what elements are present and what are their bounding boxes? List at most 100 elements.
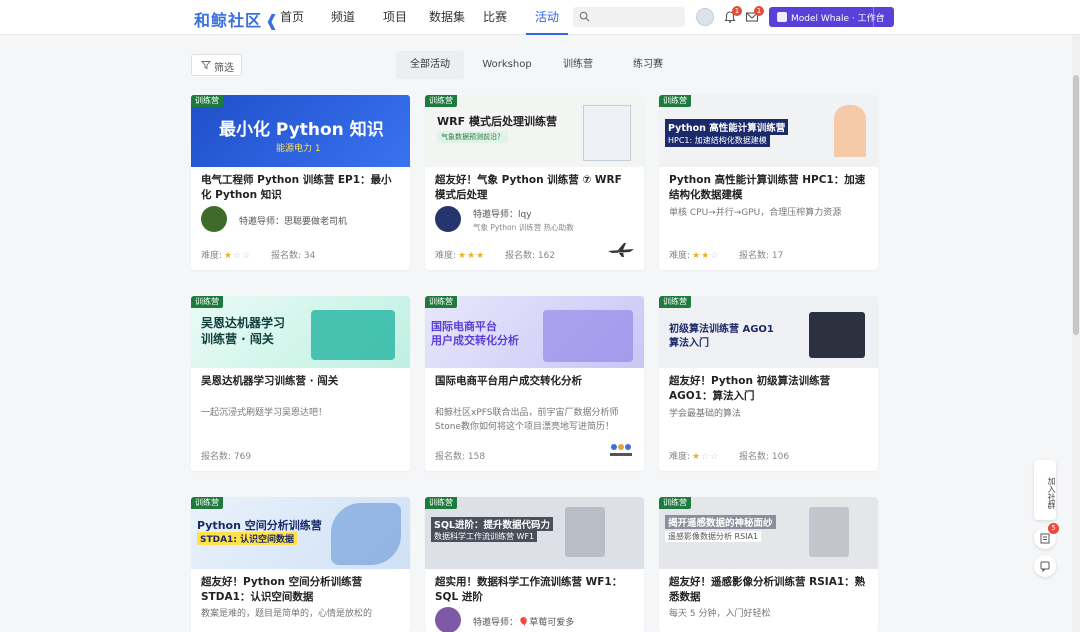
signups-count: 158 bbox=[467, 452, 486, 462]
activity-card[interactable]: 训练营 SQL进阶：提升数据代码力 数据科学工作流训练营 WF1 超实用！数据科… bbox=[425, 497, 644, 632]
map-illustration bbox=[583, 105, 631, 161]
banner-subtitle: 遥感影像数据分析 RSIA1 bbox=[665, 531, 762, 542]
card-tag: 训练营 bbox=[425, 95, 457, 107]
page-scrollbar[interactable] bbox=[1072, 35, 1080, 632]
card-banner: 训练营 初级算法训练营 AGO1 算法入门 bbox=[659, 296, 878, 368]
nav-home[interactable]: 首页 bbox=[270, 0, 314, 35]
user-avatar[interactable] bbox=[696, 8, 714, 26]
join-group-button[interactable]: 加入社群 bbox=[1034, 460, 1056, 520]
card-signups: 报名数: 769 bbox=[201, 449, 251, 462]
signups-count: 17 bbox=[771, 251, 784, 261]
activity-card[interactable]: 训练营 最小化 Python 知识 能源电力 1 电气工程师 Python 训练… bbox=[191, 95, 410, 270]
filter-icon bbox=[201, 61, 211, 70]
tab-practice-competition[interactable]: 练习赛 bbox=[606, 51, 690, 79]
tab-workshop[interactable]: Workshop bbox=[464, 51, 550, 79]
card-title[interactable]: 电气工程师 Python 训练营 EP1：最小化 Python 知识 bbox=[201, 173, 401, 203]
card-banner: 训练营 Python 高性能计算训练营 HPC1: 加速结构化数据建模 bbox=[659, 95, 878, 167]
partner-logo-icon bbox=[610, 444, 632, 456]
difficulty-label: 难度: bbox=[201, 251, 223, 261]
banner-title: WRF 模式后处理训练营 bbox=[437, 115, 557, 128]
nav-events[interactable]: 活动 bbox=[526, 0, 568, 35]
banner-subtitle: HPC1: 加速结构化数据建模 bbox=[665, 134, 770, 147]
banner-subtitle: 气象数据预测前沿？ bbox=[437, 131, 508, 143]
mentor-avatar bbox=[201, 206, 227, 232]
card-signups: 报名数: 158 bbox=[435, 449, 485, 462]
tab-training-camp[interactable]: 训练营 bbox=[550, 51, 606, 79]
difficulty-label: 难度: bbox=[435, 251, 457, 261]
banner-title: SQL进阶：提升数据代码力 bbox=[431, 517, 553, 531]
activity-tabs: 全部活动 Workshop 训练营 练习赛 bbox=[396, 51, 690, 79]
banner-subtitle: 数据科学工作流训练营 WF1 bbox=[431, 531, 538, 542]
card-title[interactable]: 吴恩达机器学习训练营 · 闯关 bbox=[201, 374, 401, 389]
search-icon bbox=[579, 11, 590, 22]
banner-title: Python 空间分析训练营 bbox=[197, 519, 322, 532]
card-mentor: 特邀导师：lqy bbox=[473, 210, 532, 220]
site-logo[interactable]: 和鲸社区 ❰ bbox=[194, 7, 279, 31]
banner-title: Python 高性能计算训练营 bbox=[665, 119, 789, 135]
top-header: 和鲸社区 ❰ 首页 频道 项目 数据集 比赛 活动 1 1 Model Whale… bbox=[0, 0, 1080, 35]
globe-illustration bbox=[331, 503, 401, 565]
difficulty-stars: ★☆☆ bbox=[224, 251, 252, 261]
signups-count: 162 bbox=[537, 251, 556, 261]
nav-channels[interactable]: 频道 bbox=[314, 0, 372, 35]
card-title[interactable]: 超友好！Python 初级算法训练营 AGO1：算法入门 bbox=[669, 374, 869, 404]
card-title[interactable]: 超友好！遥感影像分析训练营 RSIA1：熟悉数据 bbox=[669, 575, 869, 605]
activity-card[interactable]: 训练营 国际电商平台 用户成交转化分析 国际电商平台用户成交转化分析 和鲸社区x… bbox=[425, 296, 644, 471]
message-badge: 1 bbox=[754, 6, 764, 16]
card-banner: 训练营 吴恩达机器学习 训练营 · 闯关 bbox=[191, 296, 410, 368]
card-mentor: 特邀导师：思聪要做老司机 bbox=[239, 217, 348, 227]
search-input[interactable] bbox=[593, 9, 681, 25]
scrollbar-thumb[interactable] bbox=[1073, 75, 1079, 335]
card-tag: 训练营 bbox=[659, 95, 691, 107]
banner-subtitle: 算法入门 bbox=[669, 338, 709, 349]
filter-button[interactable]: 筛选 bbox=[191, 54, 242, 76]
banner-title: 最小化 Python 知识 bbox=[219, 120, 384, 140]
banner-title: 初级算法训练营 AGO1 bbox=[669, 324, 774, 335]
card-banner: 训练营 WRF 模式后处理训练营 气象数据预测前沿？ bbox=[425, 95, 644, 167]
activity-card[interactable]: 训练营 初级算法训练营 AGO1 算法入门 超友好！Python 初级算法训练营… bbox=[659, 296, 878, 471]
card-title[interactable]: 超实用！数据科学工作流训练营 WF1：SQL 进阶 bbox=[435, 575, 635, 605]
nav-datasets[interactable]: 数据集 bbox=[418, 0, 476, 35]
card-signups: 报名数: 17 bbox=[739, 248, 783, 261]
workspace-button[interactable]: Model Whale · 工作台 ⌄ bbox=[769, 7, 894, 27]
tab-all-activities[interactable]: 全部活动 bbox=[396, 51, 464, 79]
logo-text: 和鲸社区 bbox=[194, 11, 263, 30]
banner-subtitle: 训练营 · 闯关 bbox=[201, 332, 274, 346]
card-signups: 报名数: 106 bbox=[739, 449, 789, 462]
card-description: 教案是难的，题目是简单的，心情是放松的 bbox=[201, 609, 373, 619]
activity-card[interactable]: 训练营 Python 空间分析训练营 STDA1: 认识空间数据 超友好！Pyt… bbox=[191, 497, 410, 632]
banner-subtitle: 能源电力 1 bbox=[276, 144, 321, 154]
feedback-button[interactable] bbox=[1034, 555, 1056, 577]
card-title[interactable]: Python 高性能计算训练营 HPC1：加速结构化数据建模 bbox=[669, 173, 869, 203]
card-tag: 训练营 bbox=[425, 497, 457, 509]
card-description: 和鲸社区xPFS联合出品，前宇宙厂数据分析师Stone教你如何将这个项目漂亮地写… bbox=[435, 408, 619, 432]
card-signups: 报名数: 162 bbox=[505, 248, 555, 261]
card-difficulty: 难度: ★☆☆ bbox=[201, 248, 251, 261]
card-banner: 训练营 SQL进阶：提升数据代码力 数据科学工作流训练营 WF1 bbox=[425, 497, 644, 569]
activity-card[interactable]: 训练营 吴恩达机器学习 训练营 · 闯关 吴恩达机器学习训练营 · 闯关 一起沉… bbox=[191, 296, 410, 471]
nav-competitions[interactable]: 比赛 bbox=[476, 0, 514, 35]
signups-label: 报名数: bbox=[271, 251, 302, 261]
workspace-divider bbox=[873, 7, 874, 27]
chevron-down-icon[interactable]: ⌄ bbox=[878, 10, 886, 20]
card-mentor-subtitle: 气象 Python 训练营 热心助教 bbox=[473, 223, 574, 232]
card-difficulty: 难度: ★★★ bbox=[435, 248, 485, 261]
activity-card[interactable]: 训练营 WRF 模式后处理训练营 气象数据预测前沿？ 超友好！气象 Python… bbox=[425, 95, 644, 270]
feedback-icon bbox=[1040, 561, 1050, 572]
signups-label: 报名数: bbox=[505, 251, 536, 261]
signups-count: 34 bbox=[303, 251, 316, 261]
difficulty-stars: ★★☆ bbox=[692, 251, 720, 261]
shopping-illustration bbox=[543, 310, 633, 362]
robot-illustration bbox=[311, 310, 395, 360]
card-title[interactable]: 国际电商平台用户成交转化分析 bbox=[435, 374, 635, 389]
activity-card[interactable]: 训练营 揭开遥感数据的神秘面纱 遥感影像数据分析 RSIA1 超友好！遥感影像分… bbox=[659, 497, 878, 632]
card-title[interactable]: 超友好！Python 空间分析训练营 STDA1：认识空间数据 bbox=[201, 575, 401, 605]
nav-projects[interactable]: 项目 bbox=[372, 0, 418, 35]
activity-card[interactable]: 训练营 Python 高性能计算训练营 HPC1: 加速结构化数据建模 Pyth… bbox=[659, 95, 878, 270]
card-title[interactable]: 超友好！气象 Python 训练营 ⑦ WRF 模式后处理 bbox=[435, 173, 635, 203]
signups-count: 769 bbox=[233, 452, 252, 462]
robot-illustration bbox=[565, 507, 605, 557]
card-mentor: 特邀导师：🎈草莓可爱多 bbox=[473, 618, 575, 628]
card-tag: 训练营 bbox=[659, 296, 691, 308]
card-tag: 训练营 bbox=[425, 296, 457, 308]
